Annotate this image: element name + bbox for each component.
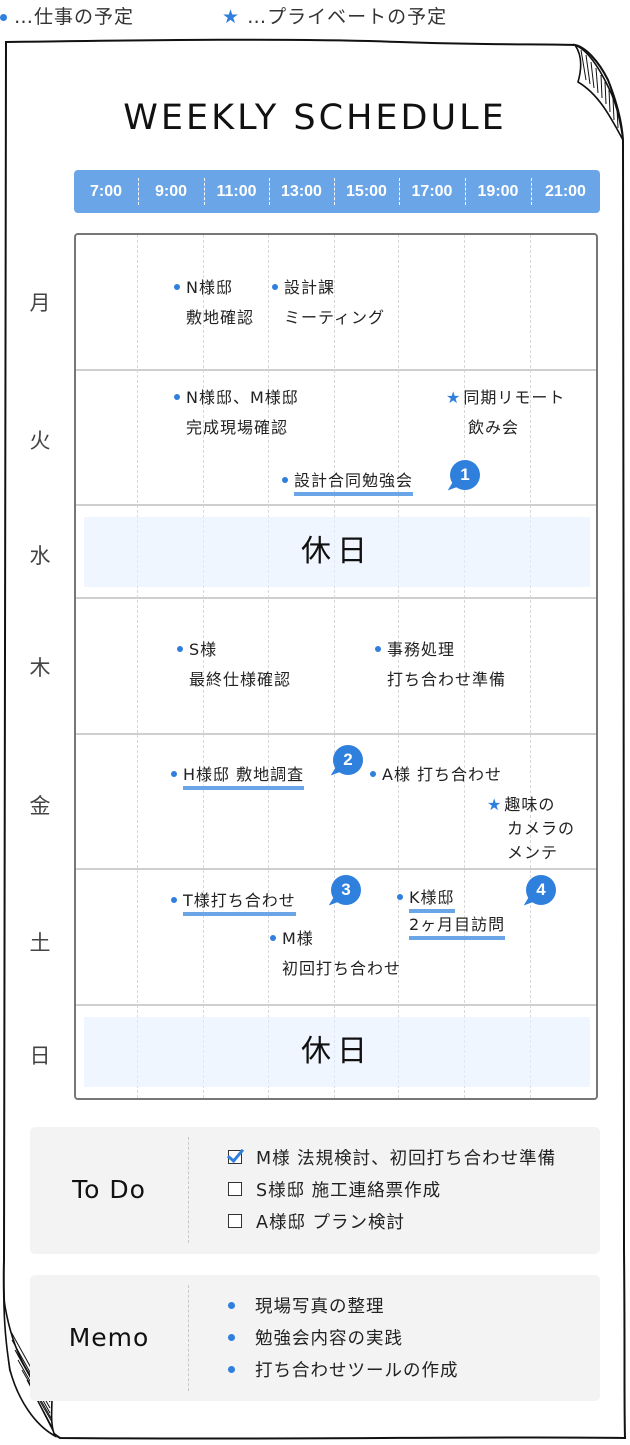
note-badge-2[interactable]: 2 [333, 745, 363, 775]
day-label-fri: 金 [29, 794, 51, 818]
memo-item: 勉強会内容の実践 [228, 1325, 403, 1350]
event-sat-m-first-meeting[interactable]: M様 初回打ち合わせ [270, 924, 401, 984]
row-divider [76, 733, 596, 735]
event-fri-a-meeting[interactable]: A様 打ち合わせ [370, 760, 502, 790]
work-dot-icon [174, 393, 180, 400]
day-label-tue: 火 [29, 429, 51, 453]
work-dot-icon [282, 476, 288, 483]
page-title: WEEKLY SCHEDULE [123, 98, 507, 138]
time-label: 7:00 [89, 183, 123, 200]
checkbox-icon[interactable] [228, 1214, 242, 1228]
row-divider [76, 504, 596, 506]
event-sat-k-visit[interactable]: K様邸 2ヶ月目訪問 [397, 886, 506, 940]
day-label-thu: 木 [29, 656, 51, 680]
note-badge-1[interactable]: 1 [450, 460, 480, 490]
day-label-wed: 水 [29, 544, 51, 568]
time-label: 21:00 [545, 183, 586, 200]
todo-panel: To Do M様 法規検討、初回打ち合わせ準備 S様邸 施工連絡票作成 A様邸 … [30, 1127, 600, 1254]
work-dot-icon [375, 645, 381, 652]
memo-item: 打ち合わせツールの作成 [228, 1357, 459, 1382]
work-dot-icon [174, 283, 180, 290]
checkbox-icon[interactable] [228, 1182, 242, 1196]
work-dot-icon [171, 896, 177, 903]
event-tue-study-session[interactable]: 設計合同勉強会 [282, 466, 414, 496]
grid-vline [137, 235, 138, 1098]
event-mon-meeting[interactable]: 設計課 ミーティング [272, 273, 385, 333]
private-star-icon: ★ [487, 795, 503, 814]
time-label: 11:00 [216, 183, 257, 200]
todo-item[interactable]: A様邸 プラン検討 [228, 1209, 405, 1234]
work-dot-icon [397, 893, 403, 900]
memo-item: 現場写真の整理 [228, 1293, 385, 1318]
schedule-grid: N様邸 敷地確認 設計課 ミーティング N様邸、M様邸 完成現場確認 ★ 同期リモ… [74, 233, 598, 1100]
todo-item[interactable]: S様邸 施工連絡票作成 [228, 1177, 441, 1202]
time-label: 19:00 [477, 183, 519, 200]
time-header: 7:00 9:00 11:00 13:00 15:00 17:00 19:00 … [74, 170, 600, 213]
bullet-dot-icon [228, 1301, 235, 1309]
checkbox-checked-icon[interactable] [228, 1150, 242, 1164]
bullet-dot-icon [228, 1365, 235, 1373]
memo-panel: Memo 現場写真の整理 勉強会内容の実践 打ち合わせツールの作成 [30, 1275, 600, 1401]
todo-label: To Do [72, 1175, 146, 1204]
work-dot-icon [270, 934, 276, 941]
holiday-sun: 休日 [84, 1017, 590, 1087]
event-thu-spec-check[interactable]: S様 最終仕様確認 [177, 635, 291, 695]
panel-divider [188, 1285, 189, 1391]
todo-item[interactable]: M様 法規検討、初回打ち合わせ準備 [228, 1145, 556, 1170]
bullet-dot-icon [228, 1333, 235, 1341]
day-label-sun: 日 [29, 1044, 51, 1068]
event-tue-site-check[interactable]: N様邸、M様邸 完成現場確認 [174, 383, 299, 443]
event-thu-office-work[interactable]: 事務処理 打ち合わせ準備 [375, 635, 506, 695]
day-label-sat: 土 [29, 931, 51, 955]
event-fri-camera-maintenance[interactable]: ★ 趣味の カメラの メンテ [487, 793, 575, 865]
note-badge-3[interactable]: 3 [331, 875, 361, 905]
note-badge-4[interactable]: 4 [526, 875, 556, 905]
row-divider [76, 868, 596, 870]
event-mon-n-site[interactable]: N様邸 敷地確認 [174, 273, 254, 333]
row-divider [76, 597, 596, 599]
event-sat-t-meeting[interactable]: T様打ち合わせ [171, 886, 296, 916]
private-star-icon: ★ [446, 388, 462, 407]
row-divider [76, 1004, 596, 1006]
panel-divider [188, 1137, 189, 1243]
work-dot-icon [370, 770, 376, 777]
work-dot-icon [272, 283, 278, 290]
grid-vline [530, 235, 531, 1098]
time-label: 13:00 [281, 183, 322, 200]
time-label: 15:00 [346, 183, 387, 200]
day-label-mon: 月 [29, 291, 51, 315]
time-label: 9:00 [154, 183, 188, 200]
event-tue-remote-drinks[interactable]: ★ 同期リモート 飲み会 [446, 383, 565, 443]
event-fri-site-survey[interactable]: H様邸 敷地調査 [171, 760, 305, 790]
work-dot-icon [177, 645, 183, 652]
memo-label: Memo [68, 1323, 150, 1352]
row-divider [76, 369, 596, 371]
work-dot-icon [171, 770, 177, 777]
time-label: 17:00 [411, 183, 453, 200]
holiday-wed: 休日 [84, 517, 590, 587]
